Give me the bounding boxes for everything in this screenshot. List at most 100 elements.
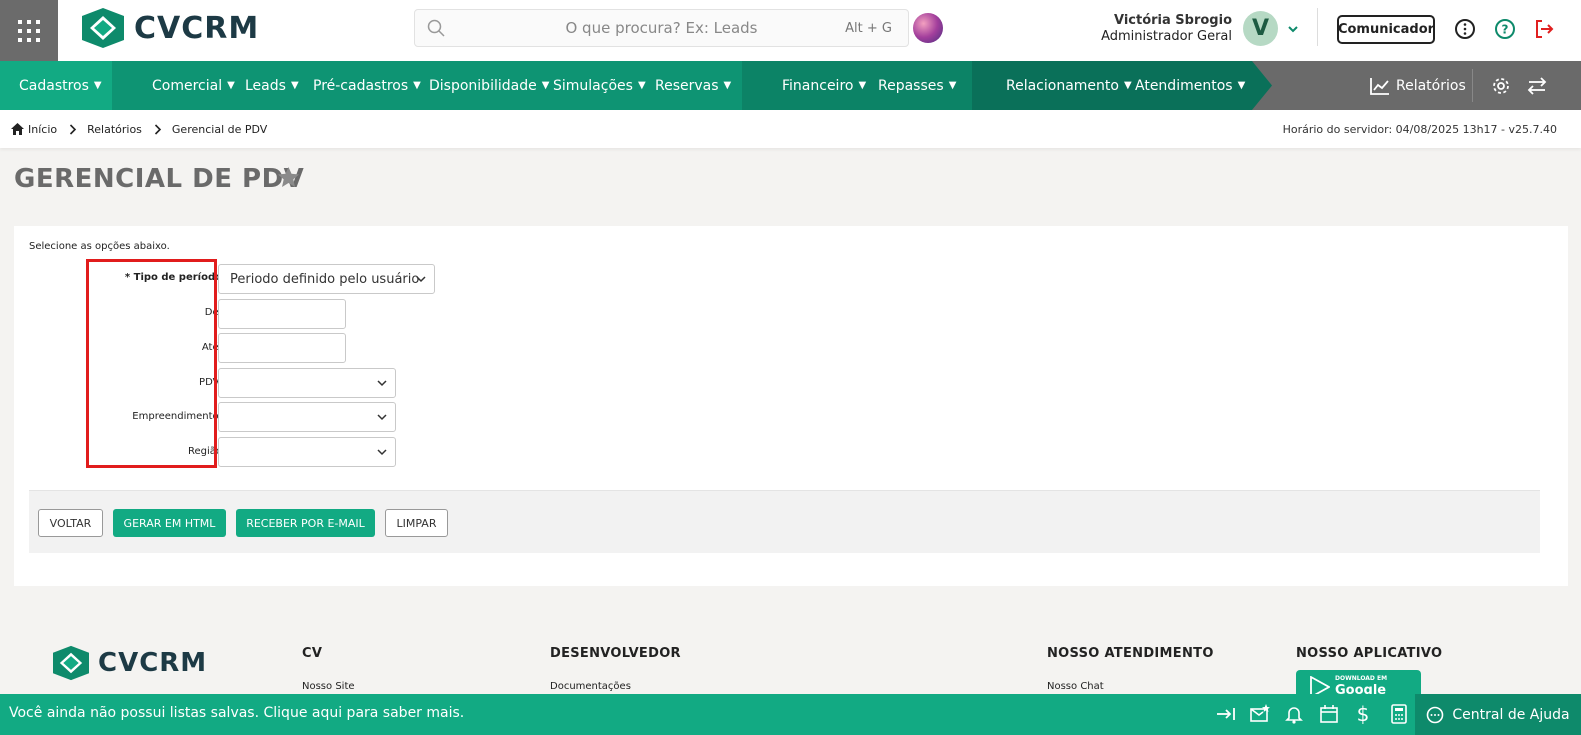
chevron-right-icon xyxy=(154,123,162,135)
nav-item-atendimentos[interactable]: Atendimentos ▼ xyxy=(1135,61,1245,110)
highlight-box xyxy=(86,259,217,468)
home-icon[interactable] xyxy=(11,123,24,135)
ate-input[interactable] xyxy=(218,333,346,363)
nav-item-comercial[interactable]: Comercial ▼ xyxy=(152,61,235,110)
divider xyxy=(1472,69,1473,102)
nav-item-disponibilidade[interactable]: Disponibilidade ▼ xyxy=(429,61,549,110)
chevron-down-icon xyxy=(377,449,387,456)
chat-bubble-icon xyxy=(1427,706,1444,723)
nav-label: Atendimentos xyxy=(1135,77,1233,94)
chevron-down-icon: ▼ xyxy=(290,80,299,91)
mail-star-icon[interactable] xyxy=(1249,703,1271,725)
chart-line-icon xyxy=(1370,77,1389,95)
footer-link-docs[interactable]: Documentações xyxy=(550,681,631,692)
gerar-html-button[interactable]: GERAR EM HTML xyxy=(113,509,226,537)
cvcrm-logo-icon xyxy=(53,645,89,681)
nav-item-reservas[interactable]: Reservas ▼ xyxy=(655,61,731,110)
chevron-down-icon: ▼ xyxy=(637,80,646,91)
user-role: Administrador Geral xyxy=(1101,29,1232,44)
google-play-small: DOWNLOAD EM xyxy=(1335,675,1388,682)
calendar-icon[interactable] xyxy=(1318,703,1340,725)
nav-label: Leads xyxy=(245,77,286,94)
collapse-right-icon[interactable] xyxy=(1215,703,1237,725)
nav-label: Pré-cadastros xyxy=(313,77,409,94)
de-input[interactable] xyxy=(218,299,346,329)
chevron-down-icon: ▼ xyxy=(541,80,550,91)
breadcrumb-relatorios[interactable]: Relatórios xyxy=(87,123,142,136)
nav-label: Repasses xyxy=(878,77,944,94)
chevron-down-icon: ▼ xyxy=(723,80,732,91)
page-title-text: GERENCIAL DE PDV xyxy=(14,164,305,194)
footer-link-chat[interactable]: Nosso Chat xyxy=(1047,681,1104,692)
empreendimento-select[interactable] xyxy=(218,402,396,432)
nav-item-pre-cadastros[interactable]: Pré-cadastros ▼ xyxy=(313,61,421,110)
chevron-down-icon xyxy=(377,414,387,421)
chevron-down-icon: ▼ xyxy=(858,80,867,91)
nav-label: Reservas xyxy=(655,77,719,94)
nav-item-financeiro[interactable]: Financeiro ▼ xyxy=(782,61,866,110)
search-box[interactable]: O que procura? Ex: Leads Alt + G xyxy=(414,9,909,47)
footer-col-app: NOSSO APLICATIVO xyxy=(1296,646,1443,661)
chevron-down-icon xyxy=(416,276,426,283)
footer-logo-text: CVCRM xyxy=(98,648,208,678)
nav-label: Relacionamento xyxy=(1006,77,1119,94)
breadcrumb-home[interactable]: Início xyxy=(28,123,57,136)
footer-link-site[interactable]: Nosso Site xyxy=(302,681,355,692)
voltar-button[interactable]: VOLTAR xyxy=(38,509,103,537)
breadcrumb-current: Gerencial de PDV xyxy=(171,122,268,136)
regiao-select[interactable] xyxy=(218,437,396,467)
bottom-bar: Você ainda não possui listas salvas. Cli… xyxy=(0,694,1581,735)
gear-icon[interactable] xyxy=(1491,76,1511,96)
receber-email-button[interactable]: RECEBER POR E-MAIL xyxy=(236,509,375,537)
main-nav: Cadastros ▼ Comercial ▼ Leads ▼ Pré-cadastr… xyxy=(0,61,1581,110)
footer-logo[interactable]: CVCRM xyxy=(53,645,207,681)
limpar-button[interactable]: LIMPAR xyxy=(385,509,448,537)
help-icon[interactable]: ? xyxy=(1494,18,1516,40)
nav-item-relatorios[interactable]: Relatórios xyxy=(1370,61,1466,110)
chevron-down-icon: ▼ xyxy=(1237,80,1246,91)
ai-assistant-orb-icon[interactable] xyxy=(913,13,943,43)
dollar-icon[interactable]: $ xyxy=(1352,703,1374,725)
chevron-down-icon: ▼ xyxy=(93,80,102,91)
periodo-select-value: Periodo definido pelo usuário xyxy=(230,271,420,287)
cvcrm-logo-icon xyxy=(82,8,124,48)
central-de-ajuda-label: Central de Ajuda xyxy=(1452,706,1570,723)
form-hint: Selecione as opções abaixo. xyxy=(29,241,170,252)
logout-icon[interactable] xyxy=(1533,18,1555,40)
nav-label: Simulações xyxy=(553,77,633,94)
form-card: Selecione as opções abaixo. * Tipo de pe… xyxy=(14,226,1568,586)
cvcrm-logo[interactable]: CVCRM xyxy=(82,8,259,48)
nav-item-relacionamento[interactable]: Relacionamento ▼ xyxy=(1006,61,1132,110)
pdv-select[interactable] xyxy=(218,368,396,398)
form-actions: VOLTAR GERAR EM HTML RECEBER POR E-MAIL … xyxy=(29,490,1540,553)
chevron-down-icon xyxy=(377,380,387,387)
info-icon[interactable] xyxy=(1454,18,1476,40)
nav-item-cadastros[interactable]: Cadastros ▼ xyxy=(19,61,102,110)
user-info[interactable]: Victória Sbrogio Administrador Geral xyxy=(1101,13,1232,45)
top-bar: CVCRM O que procura? Ex: Leads Alt + G V… xyxy=(0,0,1581,61)
nav-label: Relatórios xyxy=(1396,77,1466,94)
calculator-icon[interactable] xyxy=(1388,703,1410,725)
chevron-down-icon: ▼ xyxy=(227,80,235,91)
avatar[interactable]: V xyxy=(1243,11,1278,46)
chevron-down-icon: ▼ xyxy=(413,80,421,91)
saved-lists-message[interactable]: Você ainda não possui listas salvas. Cli… xyxy=(9,705,464,721)
nav-item-simulacoes[interactable]: Simulações ▼ xyxy=(553,61,646,110)
nav-label: Financeiro xyxy=(782,77,854,94)
star-icon[interactable] xyxy=(278,167,299,187)
chevron-down-icon[interactable] xyxy=(1287,24,1299,34)
swap-icon[interactable] xyxy=(1527,76,1547,96)
user-name: Victória Sbrogio xyxy=(1113,13,1232,28)
apps-menu-button[interactable] xyxy=(0,0,58,61)
nav-item-repasses[interactable]: Repasses ▼ xyxy=(878,61,956,110)
comunicador-button[interactable]: Comunicador xyxy=(1337,15,1435,44)
svg-text:$: $ xyxy=(1357,703,1370,725)
bell-icon[interactable] xyxy=(1283,703,1305,725)
server-time: Horário do servidor: 04/08/2025 13h17 - … xyxy=(1282,122,1557,136)
chevron-down-icon: ▼ xyxy=(1123,80,1132,91)
periodo-select[interactable]: Periodo definido pelo usuário xyxy=(218,264,435,294)
footer-col-dev: DESENVOLVEDOR xyxy=(550,646,681,661)
central-de-ajuda-button[interactable]: Central de Ajuda xyxy=(1415,694,1581,735)
nav-item-leads[interactable]: Leads ▼ xyxy=(245,61,299,110)
nav-label: Comercial xyxy=(152,77,223,94)
